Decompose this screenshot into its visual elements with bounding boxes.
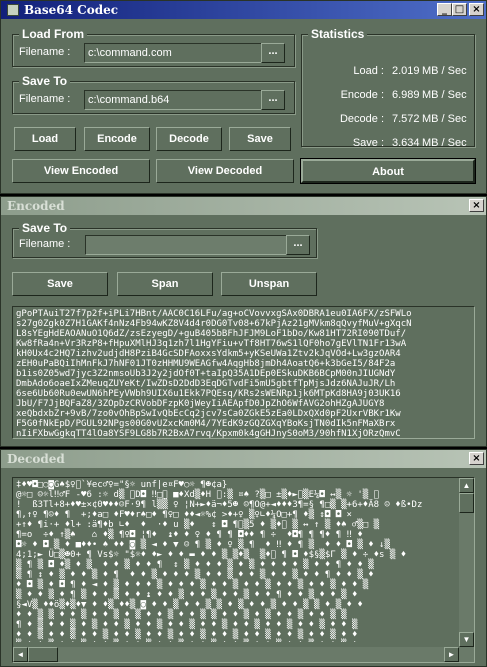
load-button[interactable]: Load	[14, 127, 76, 151]
encoded-save-button[interactable]: Save	[12, 272, 108, 296]
load-filename-field[interactable]: c:\command.com	[84, 43, 264, 63]
statistics-group: Statistics Load :2.019 MB / Sec Encode :6…	[301, 27, 475, 149]
codec-window: Base64 Codec _ □ × Load From Filename : …	[0, 0, 487, 194]
app-icon	[7, 4, 19, 16]
scroll-left-icon[interactable]: ◄	[13, 647, 28, 662]
encoded-save-to-title: Save To	[19, 221, 71, 235]
decoded-text-area[interactable]: ‡♦♥◘□○◙G♠$♀ `¥ec♂♀="§☼ unf|e¤F♥○☼ ¶☻¢a} …	[12, 477, 475, 663]
encoded-save-to-group: Save To Filename : ...	[12, 221, 317, 258]
statistics-title: Statistics	[308, 27, 368, 41]
save-filename-field[interactable]: c:\command.b64	[84, 90, 264, 110]
minimize-icon[interactable]: _	[437, 3, 452, 16]
encoded-window: Encoded × Save To Filename : ... Save Sp…	[0, 196, 487, 447]
decoded-window: Decoded × ‡♦♥◘□○◙G♠$♀ `¥ec♂♀="§☼ unf|e¤F…	[0, 449, 487, 667]
scroll-right-icon[interactable]: ►	[444, 647, 459, 662]
decoded-vertical-scrollbar[interactable]: ▲ ▼	[459, 478, 474, 662]
view-encoded-button[interactable]: View Encoded	[12, 159, 150, 183]
save-to-title: Save To	[19, 74, 71, 88]
codec-titlebar[interactable]: Base64 Codec	[1, 1, 486, 19]
maximize-icon[interactable]: □	[452, 3, 467, 16]
codec-title: Base64 Codec	[24, 3, 119, 17]
load-filename-label: Filename :	[19, 46, 71, 58]
save-browse-button[interactable]: ...	[261, 90, 285, 110]
decoded-horizontal-scrollbar[interactable]: ◄ ►	[13, 647, 459, 662]
unspan-button[interactable]: Unspan	[221, 272, 317, 296]
load-from-group: Load From Filename : c:\command.com ...	[12, 27, 295, 67]
hscroll-thumb[interactable]	[28, 647, 58, 662]
save-button[interactable]: Save	[229, 127, 291, 151]
scroll-thumb[interactable]	[459, 493, 474, 513]
decoded-close-icon[interactable]: ×	[469, 452, 484, 465]
load-from-title: Load From	[19, 27, 87, 41]
encoded-browse-button[interactable]: ...	[286, 235, 310, 255]
stat-row-save: Save :3.634 MB / Sec	[352, 137, 467, 149]
encoded-filename-field[interactable]	[85, 235, 287, 255]
save-filename-label: Filename :	[19, 93, 71, 105]
scroll-up-icon[interactable]: ▲	[459, 478, 474, 493]
close-icon[interactable]: ×	[469, 3, 484, 16]
scroll-down-icon[interactable]: ▼	[459, 632, 474, 647]
decoded-titlebar[interactable]: Decoded	[1, 450, 486, 468]
encoded-text: gPoPTAuiT27f7p2f+iPLi7HBnt/AAC0C16LFu/ag…	[16, 309, 412, 439]
load-browse-button[interactable]: ...	[261, 43, 285, 63]
decoded-text: ‡♦♥◘□○◙G♠$♀ `¥ec♂♀="§☼ unf|e¤F♥○☼ ¶☻¢a} …	[16, 480, 423, 642]
encoded-filename-label: Filename :	[19, 238, 71, 250]
about-button[interactable]: About	[300, 158, 476, 184]
encoded-close-icon[interactable]: ×	[469, 199, 484, 212]
save-to-group: Save To Filename : c:\command.b64 ...	[12, 74, 295, 114]
decode-button[interactable]: Decode	[156, 127, 222, 151]
encoded-titlebar[interactable]: Encoded	[1, 197, 486, 215]
encoded-text-area[interactable]: gPoPTAuiT27f7p2f+iPLi7HBnt/AAC0C16LFu/ag…	[12, 306, 475, 439]
decoded-title: Decoded	[7, 452, 65, 466]
view-decoded-button[interactable]: View Decoded	[156, 159, 294, 183]
encoded-title: Encoded	[7, 199, 65, 213]
span-button[interactable]: Span	[117, 272, 213, 296]
encode-button[interactable]: Encode	[84, 127, 150, 151]
